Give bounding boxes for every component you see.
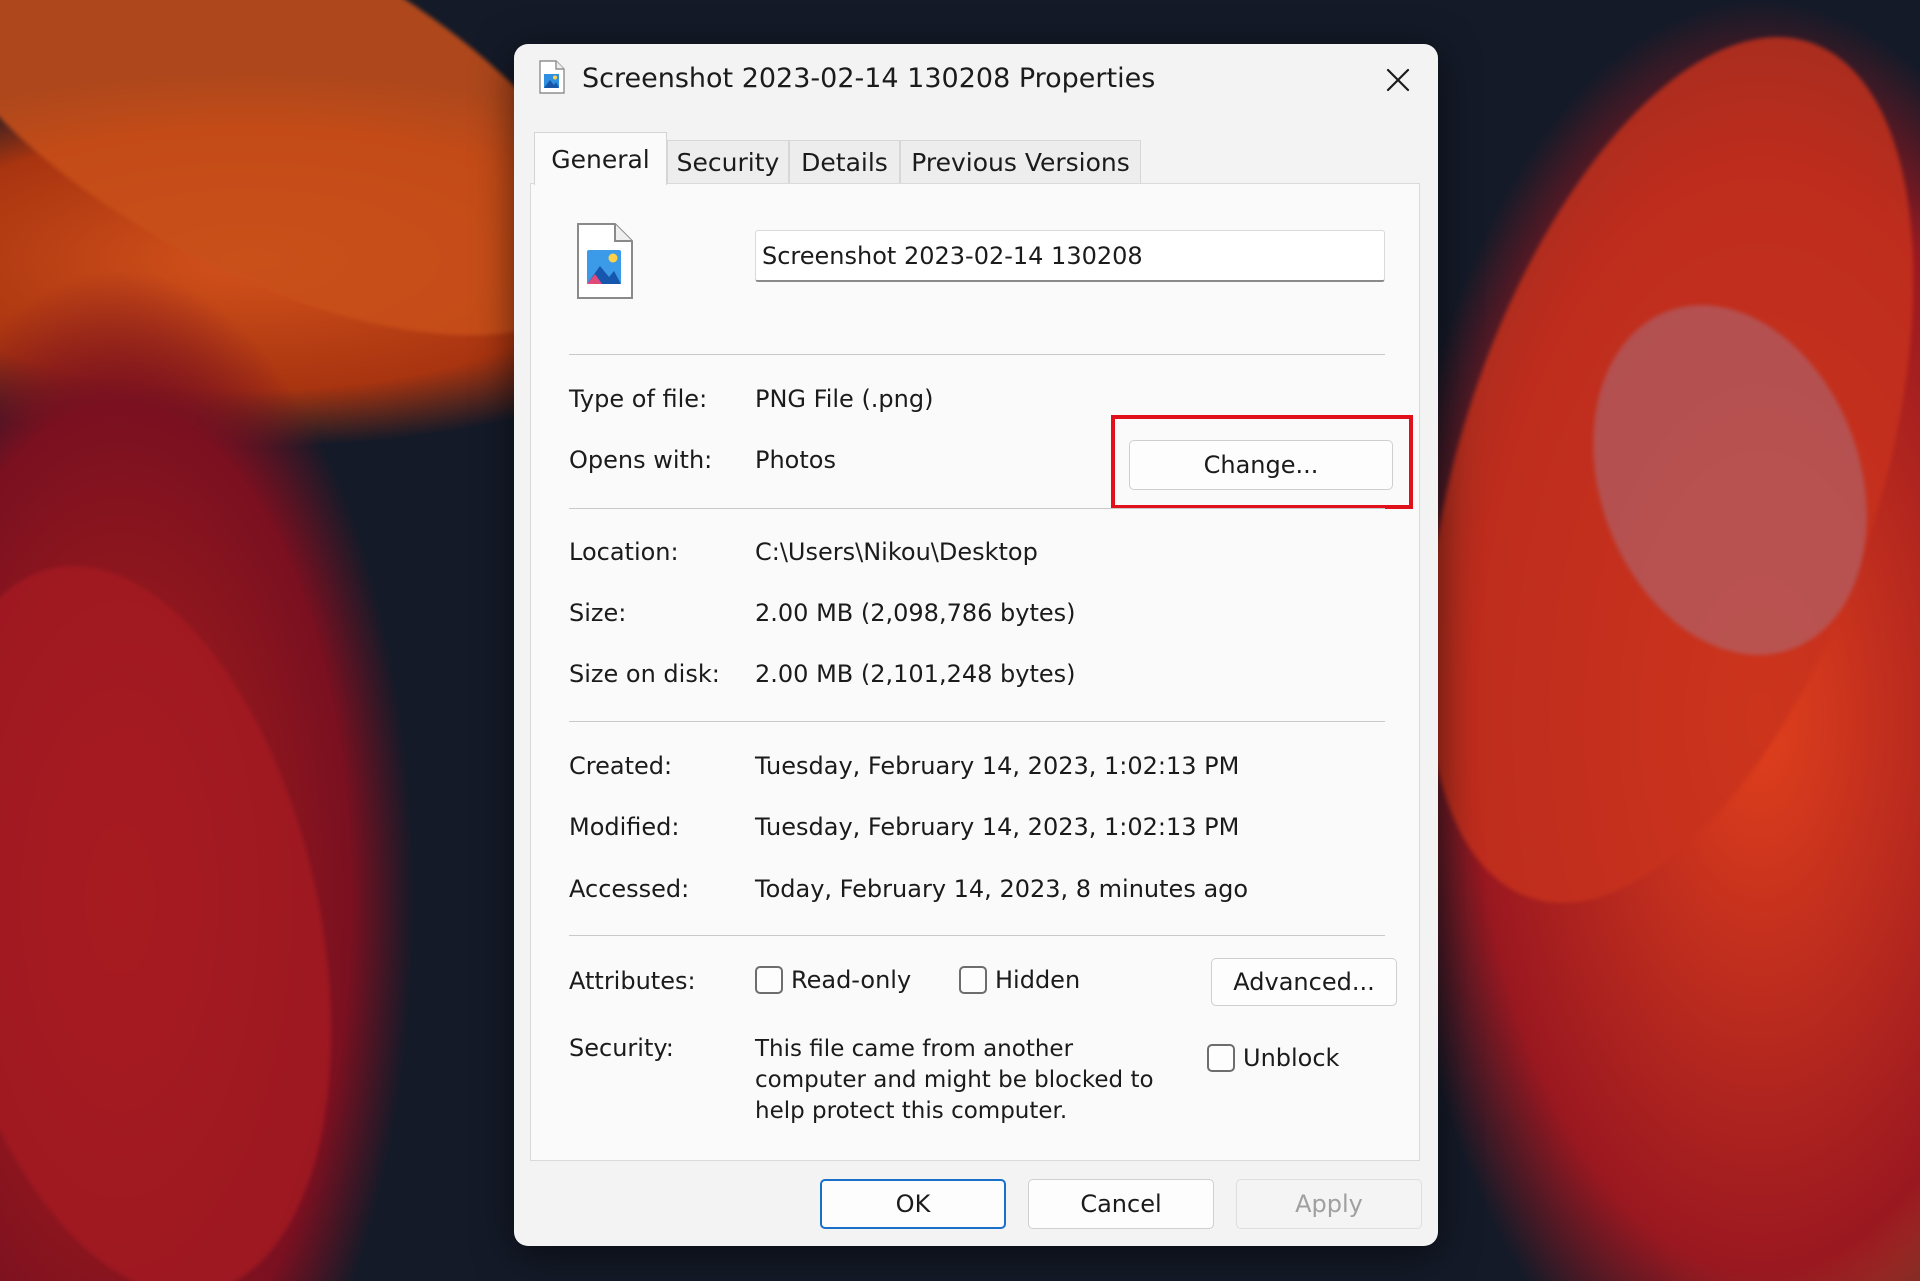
unblock-checkbox[interactable] [1207, 1044, 1235, 1072]
created-value: Tuesday, February 14, 2023, 1:02:13 PM [755, 752, 1240, 780]
opens-with-value: Photos [755, 446, 836, 474]
close-icon [1386, 68, 1410, 92]
modified-label: Modified: [569, 813, 680, 841]
divider [569, 935, 1385, 936]
hidden-checkbox[interactable] [959, 966, 987, 994]
change-button[interactable]: Change... [1129, 440, 1393, 490]
image-file-icon [539, 60, 565, 94]
read-only-option[interactable]: Read-only [755, 966, 911, 994]
type-of-file-value: PNG File (.png) [755, 385, 934, 413]
size-on-disk-label: Size on disk: [569, 660, 720, 688]
png-file-icon [577, 223, 633, 299]
advanced-button[interactable]: Advanced... [1211, 958, 1397, 1006]
location-value: C:\Users\Nikou\Desktop [755, 538, 1038, 566]
size-label: Size: [569, 599, 627, 627]
read-only-label: Read-only [791, 966, 912, 994]
ok-button[interactable]: OK [820, 1179, 1006, 1229]
file-name-input[interactable] [755, 230, 1385, 282]
size-on-disk-value: 2.00 MB (2,101,248 bytes) [755, 660, 1076, 688]
unblock-option[interactable]: Unblock [1207, 1044, 1339, 1072]
security-label: Security: [569, 1034, 674, 1062]
accessed-value: Today, February 14, 2023, 8 minutes ago [755, 875, 1249, 903]
location-label: Location: [569, 538, 679, 566]
cancel-button[interactable]: Cancel [1028, 1179, 1214, 1229]
read-only-checkbox[interactable] [755, 966, 783, 994]
hidden-label: Hidden [995, 966, 1081, 994]
title-bar: Screenshot 2023-02-14 130208 Properties [514, 44, 1438, 114]
tab-security[interactable]: Security [667, 140, 789, 184]
type-of-file-label: Type of file: [569, 385, 708, 413]
tab-previous-versions[interactable]: Previous Versions [900, 140, 1141, 184]
tab-general[interactable]: General [534, 132, 667, 185]
hidden-option[interactable]: Hidden [959, 966, 1080, 994]
divider [569, 354, 1385, 355]
general-panel: Type of file: PNG File (.png) Opens with… [530, 183, 1420, 1161]
apply-button[interactable]: Apply [1236, 1179, 1422, 1229]
created-label: Created: [569, 752, 673, 780]
attributes-label: Attributes: [569, 967, 696, 995]
accessed-label: Accessed: [569, 875, 690, 903]
modified-value: Tuesday, February 14, 2023, 1:02:13 PM [755, 813, 1240, 841]
size-value: 2.00 MB (2,098,786 bytes) [755, 599, 1076, 627]
unblock-label: Unblock [1243, 1044, 1340, 1072]
security-message: This file came from another computer and… [755, 1036, 1154, 1124]
properties-dialog: Screenshot 2023-02-14 130208 Properties … [514, 44, 1438, 1246]
close-button[interactable] [1372, 56, 1424, 104]
window-title: Screenshot 2023-02-14 130208 Properties [582, 63, 1156, 94]
divider [569, 508, 1385, 509]
opens-with-label: Opens with: [569, 446, 713, 474]
divider [569, 721, 1385, 722]
tab-details[interactable]: Details [789, 140, 900, 184]
wallpaper-ribbon [0, 528, 393, 1281]
